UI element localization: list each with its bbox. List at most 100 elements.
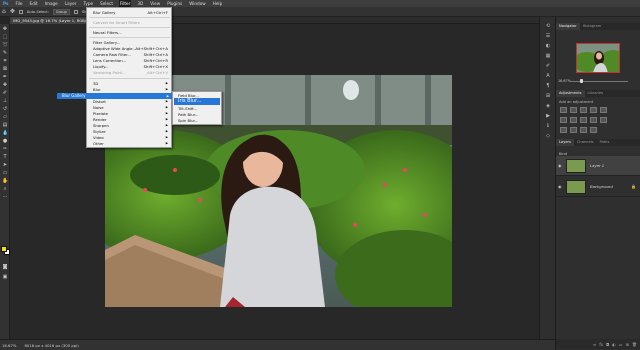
menu-type[interactable]: Type	[82, 0, 94, 7]
zoom-level[interactable]: 16.67%	[2, 343, 16, 348]
menu-plugins[interactable]: Plugins	[166, 0, 183, 7]
move-tool-icon[interactable]: ✥	[10, 8, 15, 15]
menu-item-noise[interactable]: Noise ▶	[93, 105, 171, 110]
crop-tool-icon[interactable]: ⌗	[2, 58, 8, 64]
layer-name[interactable]: Layer 1	[590, 163, 604, 168]
lasso-tool-icon[interactable]: ➰	[2, 42, 8, 48]
new-layer-icon[interactable]: ⊞	[626, 342, 629, 347]
glyphs-icon[interactable]: ⊞	[544, 93, 552, 100]
tab-adjustments[interactable]: Adjustments	[556, 90, 585, 97]
quick-select-tool-icon[interactable]: ✎	[2, 50, 8, 56]
color-icon[interactable]: ◐	[544, 43, 552, 50]
menu-view[interactable]: View	[149, 0, 161, 7]
menu-help[interactable]: Help	[212, 0, 224, 7]
menu-item-adaptive-wide-angle[interactable]: Adaptive Wide Angle... Alt+Shift+Ctrl+A	[93, 46, 171, 51]
submenu-item-iris-blur[interactable]: Iris Blur...	[174, 98, 220, 105]
color-swatches[interactable]	[1, 246, 10, 255]
menu-select[interactable]: Select	[99, 0, 114, 7]
3d-icon[interactable]: ◇	[544, 133, 552, 140]
eyedropper-tool-icon[interactable]: ✒	[2, 74, 8, 80]
move-tool-icon[interactable]: ✥	[2, 26, 8, 32]
tab-histogram[interactable]: Histogram	[580, 23, 605, 30]
gradient-map-adjustment-icon[interactable]	[590, 127, 597, 133]
new-group-icon[interactable]: ▭	[619, 342, 623, 347]
navigator-zoom-slider[interactable]	[570, 81, 628, 82]
layer-name[interactable]: Background	[590, 184, 613, 189]
menu-filter[interactable]: Filter	[118, 0, 132, 7]
swatches-icon[interactable]: ▦	[544, 53, 552, 60]
tab-navigator[interactable]: Navigator	[556, 23, 580, 30]
threshold-adjustment-icon[interactable]	[580, 127, 587, 133]
character-icon[interactable]: A	[544, 73, 552, 80]
navigator-thumbnail[interactable]	[576, 43, 620, 73]
foreground-color-swatch[interactable]	[1, 246, 7, 252]
brush-tool-icon[interactable]: ✐	[2, 90, 8, 96]
pen-tool-icon[interactable]: ✑	[2, 146, 8, 152]
group-select[interactable]: Group	[52, 8, 70, 15]
home-icon[interactable]: ⌂	[2, 8, 6, 15]
link-layers-icon[interactable]: ∞	[593, 342, 596, 347]
eraser-tool-icon[interactable]: ▱	[2, 114, 8, 120]
frame-tool-icon[interactable]: ⊠	[2, 66, 8, 72]
menu-item-blur[interactable]: Blur ▶	[93, 87, 171, 92]
type-tool-icon[interactable]: T	[2, 154, 8, 160]
tab-paths[interactable]: Paths	[597, 139, 613, 146]
dodge-tool-icon[interactable]: ●	[2, 138, 8, 144]
menu-item-other[interactable]: Other ▶	[93, 141, 171, 146]
transform-checkbox[interactable]	[73, 9, 78, 14]
menu-item-blur-gallery-submenu[interactable]: Blur Gallery ▶	[57, 93, 172, 99]
invert-adjustment-icon[interactable]	[560, 127, 567, 133]
posterize-adjustment-icon[interactable]	[570, 127, 577, 133]
submenu-item-spin-blur[interactable]: Spin Blur...	[178, 118, 221, 123]
tab-layers[interactable]: Layers	[556, 139, 574, 146]
hue-saturation-adjustment-icon[interactable]	[560, 117, 567, 123]
zoom-tool-icon[interactable]: ⌕	[2, 186, 8, 192]
vibrance-adjustment-icon[interactable]	[600, 107, 607, 113]
exposure-adjustment-icon[interactable]	[590, 107, 597, 113]
layer-row-layer-1[interactable]: ◉ Layer 1	[556, 156, 640, 176]
menu-item-stylize[interactable]: Stylize ▶	[93, 129, 171, 134]
delete-layer-icon[interactable]: 🗑	[632, 342, 637, 347]
history-brush-tool-icon[interactable]: ↺	[2, 106, 8, 112]
auto-select-checkbox[interactable]	[18, 9, 23, 14]
blur-tool-icon[interactable]: 💧	[2, 130, 8, 136]
shape-tool-icon[interactable]: ▭	[2, 170, 8, 176]
tab-libraries[interactable]: Libraries	[585, 90, 607, 97]
menu-window[interactable]: Window	[188, 0, 207, 7]
menu-item-lens-correction[interactable]: Lens Correction... Shift+Ctrl+R	[93, 58, 171, 63]
menu-item-filter-gallery[interactable]: Filter Gallery...	[93, 40, 171, 45]
layer-row-background[interactable]: ◉ Background 🔒	[556, 177, 640, 197]
menu-item-render[interactable]: Render ▶	[93, 117, 171, 122]
healing-brush-tool-icon[interactable]: ✚	[2, 82, 8, 88]
menu-layer[interactable]: Layer	[64, 0, 78, 7]
history-icon[interactable]: ⟲	[544, 23, 552, 30]
gradient-tool-icon[interactable]: ▤	[2, 122, 8, 128]
ps-logo[interactable]: Ps	[2, 0, 10, 7]
menu-item-neural-filters[interactable]: Neural Filters...	[93, 30, 171, 35]
brush-settings-icon[interactable]: ✐	[544, 63, 552, 70]
adjustment-layer-icon[interactable]: ◐	[612, 342, 616, 347]
visibility-eye-icon[interactable]: ◉	[558, 184, 562, 189]
menu-item-3d[interactable]: 3D ▶	[93, 81, 171, 86]
menu-file[interactable]: File	[15, 0, 24, 7]
brightness-adjustment-icon[interactable]	[560, 107, 567, 113]
tab-channels[interactable]: Channels	[574, 139, 597, 146]
screen-mode-icon[interactable]: ▣	[2, 274, 8, 280]
path-select-tool-icon[interactable]: ➤	[2, 162, 8, 168]
menu-item-liquify[interactable]: Liquify... Shift+Ctrl+X	[93, 64, 171, 69]
zoom-slider-handle[interactable]	[580, 79, 583, 83]
actions-icon[interactable]: ▶	[544, 113, 552, 120]
submenu-item-path-blur[interactable]: Path Blur...	[178, 112, 221, 117]
levels-adjustment-icon[interactable]	[570, 107, 577, 113]
menu-item-blur-gallery[interactable]: Blur Gallery Alt+Ctrl+F	[93, 10, 171, 15]
menu-item-video[interactable]: Video ▶	[93, 135, 171, 140]
channel-mixer-adjustment-icon[interactable]	[600, 117, 607, 123]
navigator-zoom-value[interactable]: 16.67%	[558, 79, 638, 85]
submenu-item-tilt-shift[interactable]: Tilt-Shift...	[178, 106, 221, 111]
menu-item-pixelate[interactable]: Pixelate ▶	[93, 111, 171, 116]
menu-3d[interactable]: 3D	[136, 0, 144, 7]
styles-icon[interactable]: ◈	[544, 103, 552, 110]
layer-style-icon[interactable]: fx	[599, 342, 603, 347]
black-white-adjustment-icon[interactable]	[580, 117, 587, 123]
color-balance-adjustment-icon[interactable]	[570, 117, 577, 123]
